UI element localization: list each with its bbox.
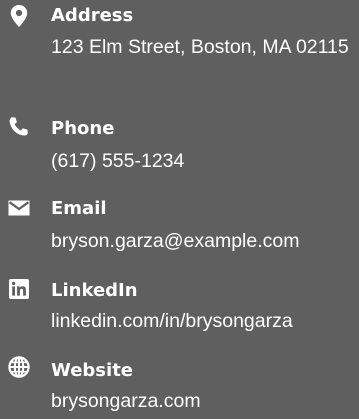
- contact-title: Website: [51, 360, 134, 381]
- contact-value[interactable]: bryson.garza@example.com: [51, 226, 299, 256]
- contact-title: Address: [51, 5, 134, 26]
- contact-title: Email: [51, 198, 107, 219]
- contact-value[interactable]: 123 Elm Street, Boston, MA 02115: [51, 32, 351, 62]
- phone-icon: [7, 115, 31, 139]
- contact-value[interactable]: linkedin.com/in/brysongarza: [51, 306, 293, 336]
- contact-value[interactable]: (617) 555-1234: [51, 146, 184, 176]
- contact-value[interactable]: brysongarza.com: [51, 386, 201, 416]
- linkedin-icon: [7, 277, 31, 301]
- contact-title: Phone: [51, 118, 115, 139]
- envelope-icon: [7, 196, 31, 220]
- map-marker-icon: [7, 4, 31, 28]
- contact-title: LinkedIn: [51, 280, 138, 301]
- globe-icon: [7, 355, 31, 379]
- contact-list: Address 123 Elm Street, Boston, MA 02115…: [0, 0, 359, 419]
